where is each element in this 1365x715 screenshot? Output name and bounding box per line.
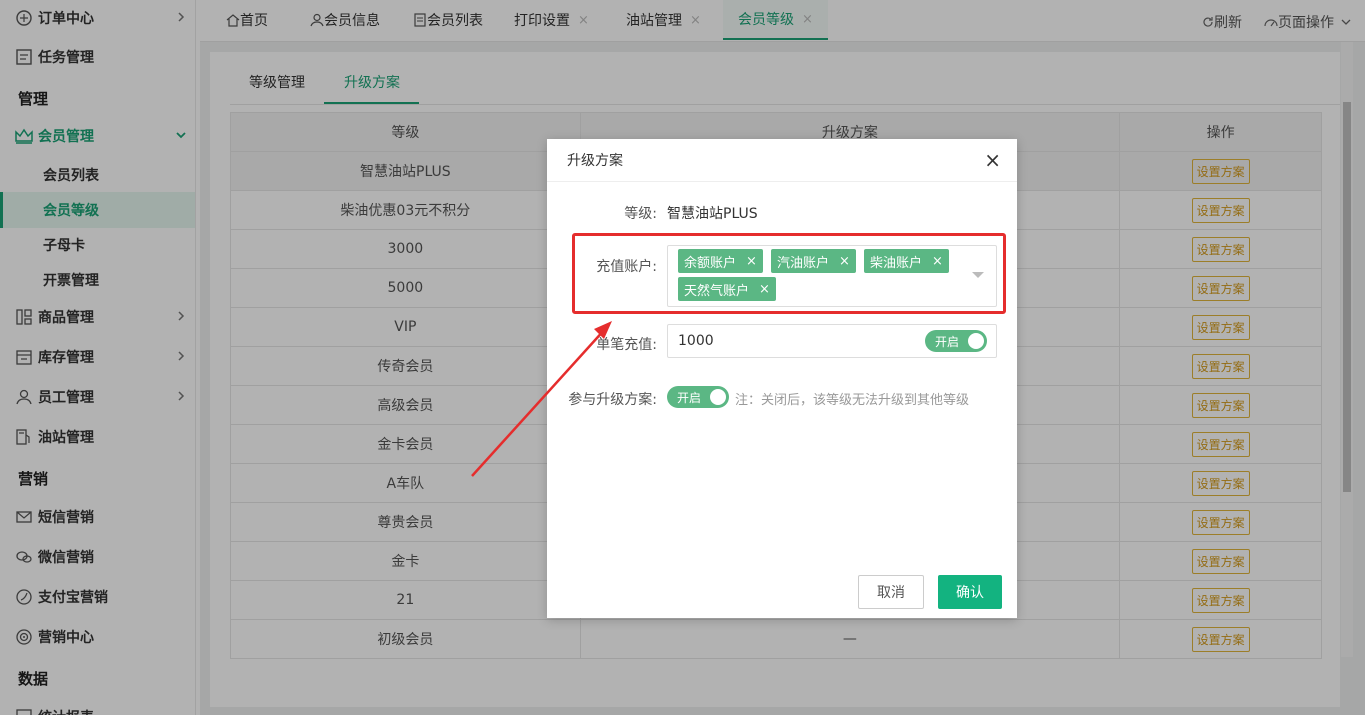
close-icon[interactable]: × [984,150,1001,170]
dialog-header: 升级方案 × [547,139,1017,182]
switch-knob [968,333,984,349]
dialog-title: 升级方案 [567,153,623,169]
join-upgrade-label: 参与升级方案: [568,392,657,408]
switch-label: 开启 [935,334,960,349]
level-value: 智慧油站PLUS [667,206,758,222]
single-recharge-value: 1000 [678,333,714,349]
upgrade-plan-dialog: 升级方案 × 等级: 智慧油站PLUS 充值账户: 余额账户 × 汽油账户 × 柴油… [547,139,1017,618]
join-upgrade-note: 注：关闭后，该等级无法升级到其他等级 [735,393,970,408]
join-upgrade-switch[interactable]: 开启 [667,386,729,408]
switch-label: 开启 [677,390,702,405]
single-recharge-input[interactable]: 1000 开启 [667,324,997,358]
switch-knob [710,389,726,405]
annotation-highlight-box [572,233,1006,314]
confirm-button[interactable]: 确认 [938,575,1002,609]
single-recharge-label: 单笔充值: [596,337,657,353]
cancel-button[interactable]: 取消 [858,575,924,609]
single-recharge-switch[interactable]: 开启 [925,330,987,352]
level-label: 等级: [624,206,657,222]
